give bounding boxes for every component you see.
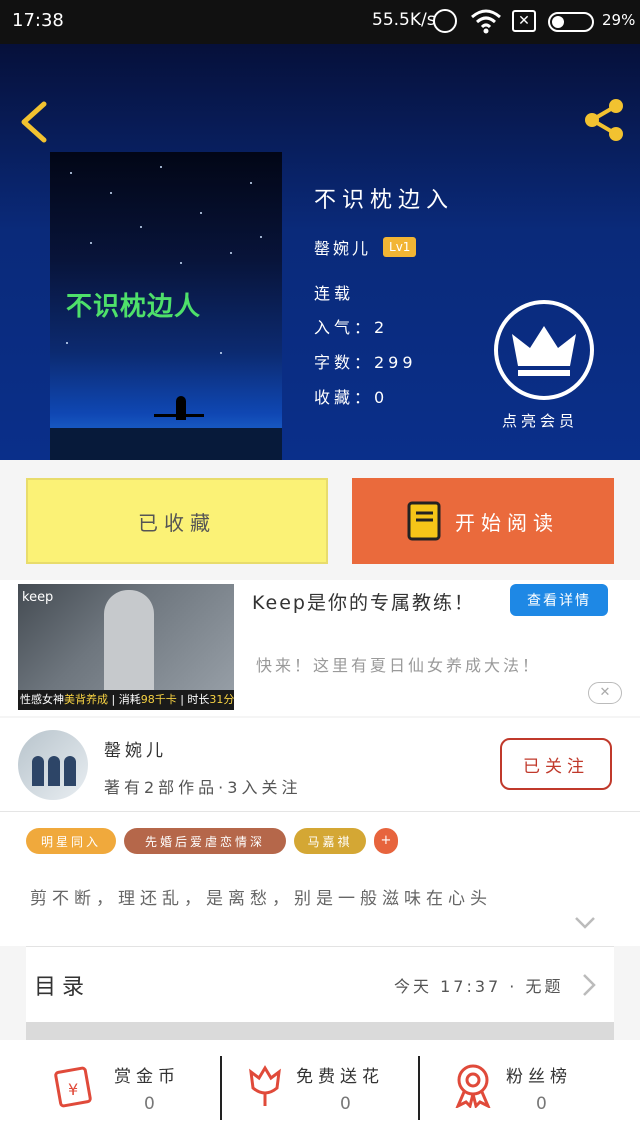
author-name[interactable]: 罄婉儿 [314,235,371,259]
reward-coins-label: 赏金币 [114,1067,180,1087]
catalog-row[interactable]: 目录 今天 17:37 · 无题 [26,946,614,1022]
word-count: 字数：299 [314,353,417,372]
chevron-right-icon [583,974,596,996]
author-card-name: 罄婉儿 [104,741,167,761]
author-card[interactable]: 罄婉儿 著有2部作品·3入关注 已关注 [0,718,640,812]
crown-icon [512,326,576,376]
serial-status: 连载 [314,284,355,303]
divider [26,1022,614,1040]
vip-crown-button[interactable] [494,300,594,400]
ad-headline[interactable]: Keep是你的专属教练！ [252,588,475,615]
book-title: 不识枕边入 [314,188,455,213]
reward-coins-button[interactable]: ¥ 赏金币 0 [0,1040,200,1138]
start-reading-label: 开始阅读 [455,510,559,535]
back-arrow-icon[interactable] [16,100,52,144]
add-tag-button[interactable]: + [374,828,398,854]
tag-item[interactable]: 先婚后爱虐恋情深 [124,828,286,854]
ad-subtitle[interactable]: 快来！这里有夏日仙女养成大法！ [256,652,541,676]
favorites-count: 收藏：0 [314,388,389,407]
author-row: 罄婉儿 Lv1 [314,234,417,260]
collected-label: 已收藏 [138,510,216,535]
book-cover[interactable]: 不识枕边人 [50,152,282,460]
tag-item[interactable]: 马嘉祺 [294,828,366,854]
bottom-action-bar: ¥ 赏金币 0 免费送花 0 粉丝榜 0 [0,1040,640,1138]
fan-ranking-button[interactable]: 粉丝榜 0 [420,1040,620,1138]
reward-coins-count: 0 [144,1094,155,1114]
ad-image[interactable]: keep 性感女神美背养成 | 消耗98千卡 | 时长31分钟 [18,584,234,710]
ad-caption: 性感女神美背养成 | 消耗98千卡 | 时长31分钟 [18,690,234,710]
person-silhouette [176,396,186,420]
book-intro: 剪不断，理还乱，是离愁，别是一般滋味在心头 [30,889,492,909]
start-reading-button[interactable]: 开始阅读 [352,478,614,564]
status-time: 17:38 [12,10,64,31]
avatar[interactable] [18,730,88,800]
level-badge: Lv1 [383,237,417,257]
book-header: 不识枕边人 不识枕边入 罄婉儿 Lv1 连载 入气：2 字数：299 收藏：0 … [0,44,640,460]
alarm-icon [433,9,457,33]
send-flower-label: 免费送花 [296,1067,384,1087]
status-bar: 17:38 55.5K/s ✕ 29% [0,0,640,44]
book-icon [407,501,441,541]
tag-item[interactable]: 明星同入 [26,828,116,854]
collected-button[interactable]: 已收藏 [26,478,328,564]
catalog-title: 目录 [34,975,91,1000]
svg-text:¥: ¥ [68,1080,78,1099]
network-speed: 55.5K/s [372,10,436,30]
battery-percent: 29% [602,11,636,29]
send-flower-count: 0 [340,1094,351,1114]
keep-logo: keep [22,590,54,605]
ad-close-icon[interactable]: ✕ [588,682,622,704]
gold-envelope-icon: ¥ [54,1066,92,1108]
notification-x-icon: ✕ [512,10,536,32]
medal-icon [455,1064,491,1108]
author-stats: 著有2部作品·3入关注 [104,778,302,797]
fan-ranking-label: 粉丝榜 [506,1067,572,1087]
cover-title: 不识枕边人 [66,292,202,322]
fan-ranking-count: 0 [536,1094,547,1114]
popularity: 入气：2 [314,318,389,337]
latest-chapter: 今天 17:37 · 无题 [394,977,564,996]
followed-button[interactable]: 已关注 [500,738,612,790]
wifi-icon [471,9,501,34]
ad-banner[interactable]: keep 性感女神美背养成 | 消耗98千卡 | 时长31分钟 Keep是你的专… [0,580,640,716]
ad-detail-button[interactable]: 查看详情 [510,584,608,616]
chevron-down-icon[interactable] [574,916,596,930]
flower-icon [249,1065,281,1106]
battery-icon [548,12,594,32]
tags-intro-section: 明星同入 先婚后爱虐恋情深 马嘉祺 + 剪不断，理还乱，是离愁，别是一般滋味在心… [0,812,640,946]
vip-label[interactable]: 点亮会员 [502,410,578,431]
share-icon[interactable] [580,96,628,144]
send-flower-button[interactable]: 免费送花 0 [220,1040,420,1138]
